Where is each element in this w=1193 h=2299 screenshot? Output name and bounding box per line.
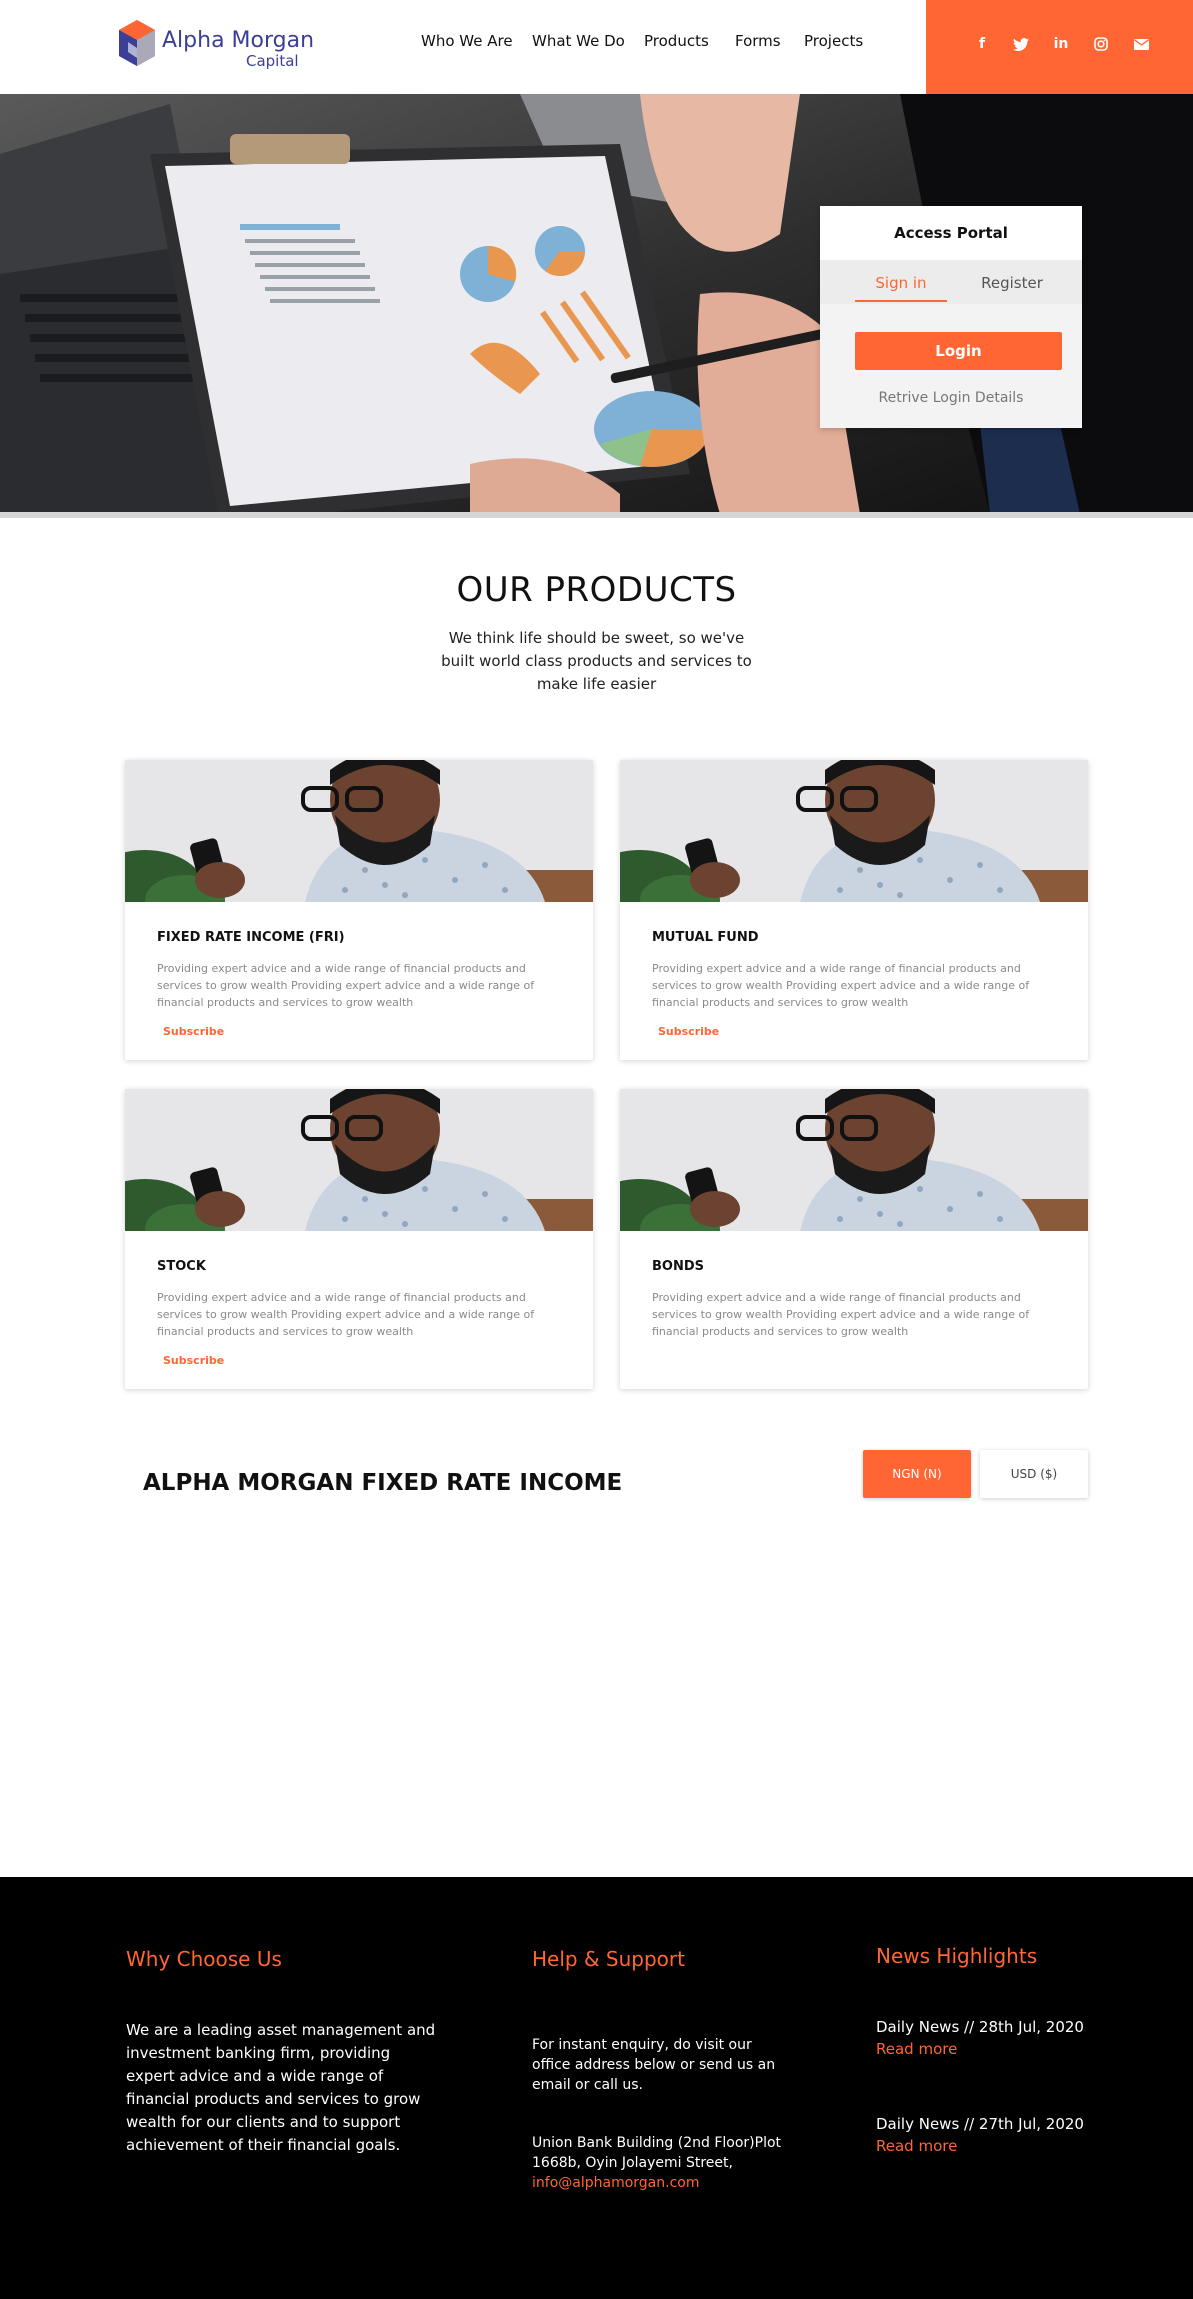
- tab-sign-in[interactable]: Sign in: [855, 274, 947, 302]
- news-item-headline: Daily News // 27th Jul, 2020: [876, 2115, 1084, 2133]
- linkedin-icon[interactable]: in: [1050, 33, 1072, 55]
- product-card-description: Providing expert advice and a wide range…: [157, 962, 535, 1009]
- mail-icon[interactable]: [1130, 33, 1152, 55]
- nav-item-forms[interactable]: Forms: [735, 32, 781, 50]
- product-card-title: MUTUAL FUND: [652, 930, 759, 945]
- hero-divider: [0, 512, 1193, 518]
- nav-item-what-we-do[interactable]: What We Do: [532, 32, 625, 50]
- nav-item-who-we-are[interactable]: Who We Are: [421, 32, 513, 50]
- instagram-icon[interactable]: [1090, 33, 1112, 55]
- product-card-title: FIXED RATE INCOME (FRI): [157, 930, 345, 945]
- news-highlights-title: News Highlights: [876, 1944, 1038, 1968]
- product-card-fri: FIXED RATE INCOME (FRI) Providing expert…: [125, 760, 593, 1060]
- product-card-description: Providing expert advice and a wide range…: [652, 1291, 1030, 1338]
- office-address: Union Bank Building (2nd Floor)Plot 1668…: [532, 2135, 782, 2171]
- product-card-image: [620, 1089, 1088, 1231]
- nav-item-products[interactable]: Products: [644, 32, 709, 50]
- why-choose-us-text: We are a leading asset management and in…: [126, 2021, 436, 2154]
- main-nav: Who We Are What We Do Products Forms Pro…: [0, 32, 900, 56]
- portal-title: Access Portal: [820, 206, 1082, 260]
- fri-section-title: ALPHA MORGAN FIXED RATE INCOME: [143, 1470, 623, 1496]
- retrieve-login-link[interactable]: Retrive Login Details: [820, 390, 1082, 406]
- twitter-icon[interactable]: [1010, 33, 1032, 55]
- login-button[interactable]: Login: [855, 332, 1062, 370]
- product-card-image: [125, 760, 593, 902]
- subscribe-link[interactable]: Subscribe: [163, 1025, 224, 1038]
- nav-item-projects[interactable]: Projects: [804, 32, 863, 50]
- social-bar: f in: [926, 0, 1193, 94]
- help-support-text: For instant enquiry, do visit our office…: [532, 2037, 776, 2093]
- why-choose-us-title: Why Choose Us: [126, 1947, 282, 1971]
- access-portal: Access Portal Sign in Register Login Ret…: [820, 206, 1082, 428]
- facebook-icon[interactable]: f: [971, 33, 993, 55]
- currency-ngn-button[interactable]: NGN (N): [863, 1450, 971, 1498]
- products-subtitle: We think life should be sweet, so we've …: [441, 629, 752, 693]
- site-header: Alpha Morgan Capital Who We Are What We …: [0, 0, 1193, 94]
- support-email-link[interactable]: info@alphamorgan.com: [532, 2173, 699, 2193]
- news-item-headline: Daily News // 28th Jul, 2020: [876, 2018, 1084, 2036]
- product-card-title: BONDS: [652, 1259, 704, 1274]
- product-card-image: [620, 760, 1088, 902]
- news-read-more-link[interactable]: Read more: [876, 2137, 957, 2155]
- product-card-bonds: BONDS Providing expert advice and a wide…: [620, 1089, 1088, 1389]
- help-support-title: Help & Support: [532, 1947, 685, 1971]
- product-card-description: Providing expert advice and a wide range…: [157, 1291, 535, 1338]
- products-title: OUR PRODUCTS: [456, 570, 737, 610]
- product-card-title: STOCK: [157, 1259, 206, 1274]
- tab-register[interactable]: Register: [962, 274, 1062, 292]
- site-footer: Why Choose Us We are a leading asset man…: [0, 1877, 1193, 2299]
- currency-usd-button[interactable]: USD ($): [980, 1450, 1088, 1498]
- subscribe-link[interactable]: Subscribe: [163, 1354, 224, 1367]
- subscribe-link[interactable]: Subscribe: [658, 1025, 719, 1038]
- product-card-mutual-fund: MUTUAL FUND Providing expert advice and …: [620, 760, 1088, 1060]
- portal-tabs: Sign in Register: [820, 260, 1082, 304]
- product-card-stock: STOCK Providing expert advice and a wide…: [125, 1089, 593, 1389]
- product-card-description: Providing expert advice and a wide range…: [652, 962, 1030, 1009]
- news-read-more-link[interactable]: Read more: [876, 2040, 957, 2058]
- product-card-image: [125, 1089, 593, 1231]
